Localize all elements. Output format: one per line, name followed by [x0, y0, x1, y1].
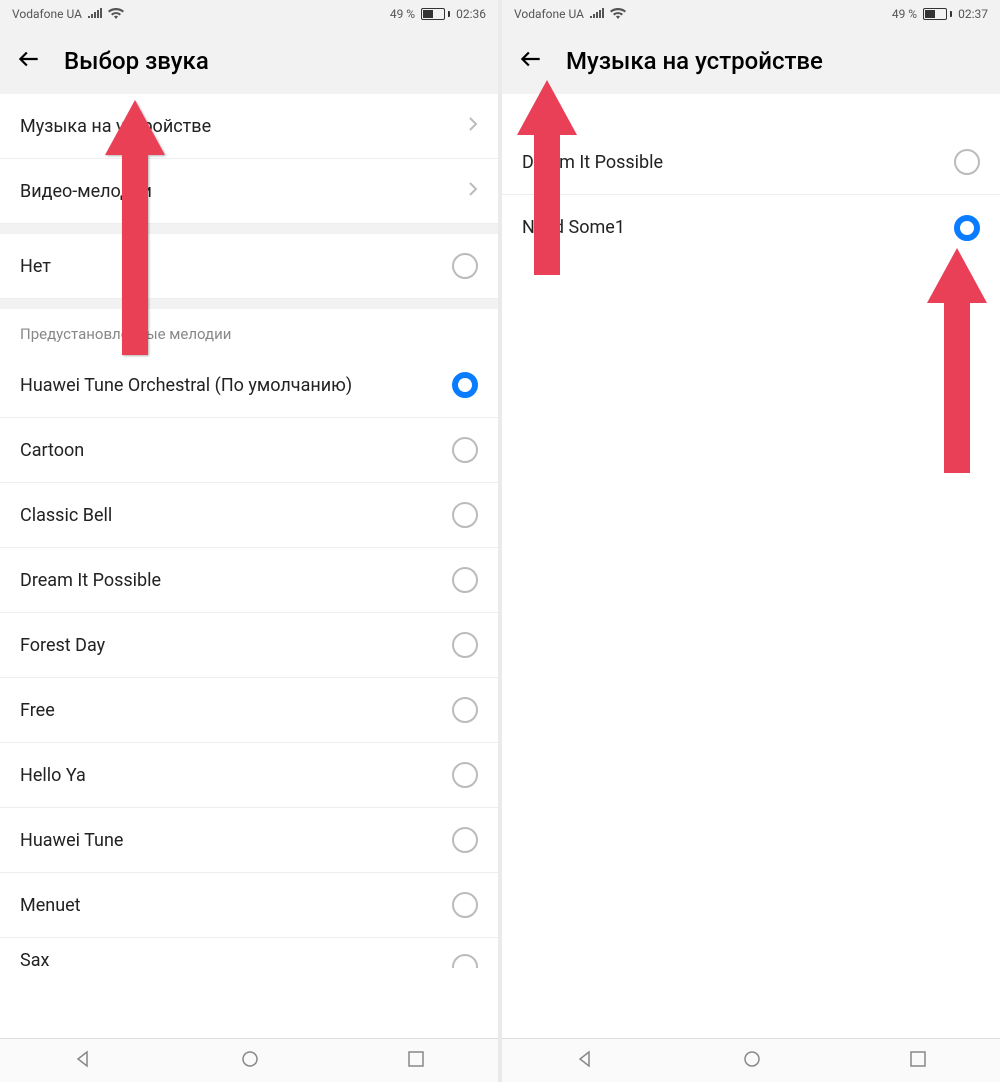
row-label: Classic Bell [20, 505, 112, 526]
nav-back-icon[interactable] [73, 1049, 93, 1073]
header: Выбор звука [0, 28, 498, 94]
row-label: Dream It Possible [522, 152, 663, 173]
ringtone-option[interactable]: Huawei Tune [0, 808, 498, 873]
nav-bar [0, 1038, 498, 1082]
nav-video-melodies[interactable]: Видео-мелодии [0, 159, 498, 224]
clock-label: 02:37 [958, 7, 988, 21]
option-none[interactable]: Нет [0, 234, 498, 299]
row-label: Cartoon [20, 440, 84, 461]
header: Музыка на устройстве [502, 28, 1000, 94]
ringtone-option[interactable]: Huawei Tune Orchestral (По умолчанию) [0, 353, 498, 418]
ringtone-option[interactable]: Classic Bell [0, 483, 498, 548]
section-label: Предустановленные мелодии [0, 309, 498, 353]
row-label: Free [20, 700, 55, 721]
row-label: Музыка на устройстве [20, 116, 211, 137]
battery-icon [923, 8, 952, 20]
ringtone-option[interactable]: Free [0, 678, 498, 743]
phone-left: Vodafone UA 49 % 02:36 Выбор звука Музык… [0, 0, 498, 1082]
nav-recent-icon[interactable] [407, 1050, 425, 1072]
back-arrow-icon[interactable] [16, 46, 42, 76]
row-label: Dream It Possible [20, 570, 161, 591]
nav-back-icon[interactable] [575, 1049, 595, 1073]
section-break [0, 224, 498, 234]
battery-icon [421, 8, 450, 20]
phone-right: Vodafone UA 49 % 02:37 Музыка на устройс… [502, 0, 1000, 1082]
row-label: Need Some1 [522, 217, 625, 238]
battery-percent: 49 % [390, 7, 415, 21]
ringtone-option[interactable]: Hello Ya [0, 743, 498, 808]
content: Dream It Possible Need Some1 [502, 94, 1000, 1038]
ringtone-option[interactable]: Menuet [0, 873, 498, 938]
song-option[interactable]: Need Some1 [502, 195, 1000, 260]
clock-label: 02:36 [456, 7, 486, 21]
radio-icon[interactable] [954, 215, 980, 241]
ringtone-option[interactable]: Dream It Possible [0, 548, 498, 613]
radio-icon[interactable] [452, 253, 478, 279]
row-label: Huawei Tune [20, 830, 123, 851]
row-label: Forest Day [20, 635, 105, 656]
chevron-right-icon [468, 116, 478, 137]
status-bar: Vodafone UA 49 % 02:37 [502, 0, 1000, 28]
battery-percent: 49 % [892, 7, 917, 21]
radio-icon[interactable] [452, 437, 478, 463]
nav-home-icon[interactable] [742, 1049, 762, 1073]
radio-icon[interactable] [954, 149, 980, 175]
radio-icon[interactable] [452, 372, 478, 398]
wifi-icon [610, 7, 626, 22]
radio-icon[interactable] [452, 567, 478, 593]
radio-icon[interactable] [452, 827, 478, 853]
carrier-label: Vodafone UA [514, 7, 584, 21]
section-break [0, 299, 498, 309]
back-arrow-icon[interactable] [518, 46, 544, 76]
row-label: Sax [20, 950, 49, 971]
row-label: Нет [20, 256, 51, 277]
nav-music-on-device[interactable]: Музыка на устройстве [0, 94, 498, 159]
radio-icon[interactable] [452, 697, 478, 723]
page-title: Выбор звука [64, 47, 209, 75]
nav-bar [502, 1038, 1000, 1082]
page-title: Музыка на устройстве [566, 47, 823, 75]
carrier-label: Vodafone UA [12, 7, 82, 21]
row-label: Hello Ya [20, 765, 86, 786]
ringtone-option[interactable]: Forest Day [0, 613, 498, 678]
nav-recent-icon[interactable] [909, 1050, 927, 1072]
row-label: Huawei Tune Orchestral (По умолчанию) [20, 375, 352, 396]
radio-icon[interactable] [452, 892, 478, 918]
chevron-right-icon [468, 181, 478, 202]
nav-home-icon[interactable] [240, 1049, 260, 1073]
radio-icon[interactable] [452, 632, 478, 658]
radio-icon[interactable] [452, 502, 478, 528]
signal-icon [590, 7, 604, 21]
row-label: Видео-мелодии [20, 181, 152, 202]
status-bar: Vodafone UA 49 % 02:36 [0, 0, 498, 28]
radio-icon[interactable] [452, 954, 478, 968]
row-label: Menuet [20, 895, 81, 916]
ringtone-option[interactable]: Sax [0, 938, 498, 983]
signal-icon [88, 7, 102, 21]
wifi-icon [108, 7, 124, 22]
song-option[interactable]: Dream It Possible [502, 130, 1000, 195]
ringtone-option[interactable]: Cartoon [0, 418, 498, 483]
radio-icon[interactable] [452, 762, 478, 788]
content: Музыка на устройстве Видео-мелодии Нет П… [0, 94, 498, 1038]
